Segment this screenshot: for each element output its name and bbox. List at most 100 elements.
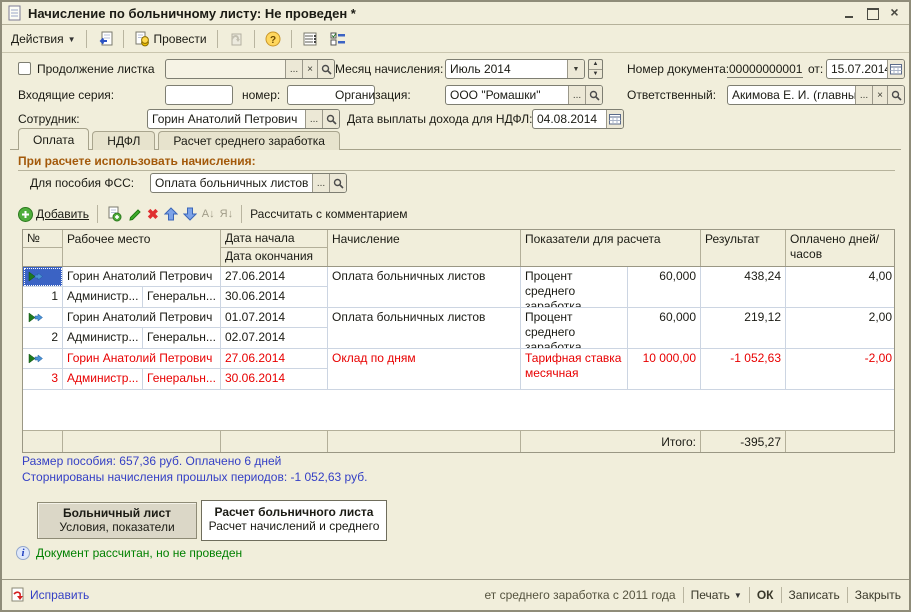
responsible-field[interactable]: Акимова Е. И. (главный б ... × xyxy=(727,85,905,105)
result-cell[interactable]: -1 052,63 xyxy=(701,349,786,389)
magnifier-icon[interactable] xyxy=(887,86,904,104)
accrual-cell[interactable]: Оплата больничных листов xyxy=(328,308,521,348)
sort-descending-button[interactable]: Я↓ xyxy=(220,208,233,220)
date-start-cell[interactable]: 27.06.2014 xyxy=(221,349,328,369)
paid-days-cell[interactable]: 4,00 xyxy=(786,267,896,307)
magnifier-icon[interactable] xyxy=(322,110,339,128)
table-row[interactable]: 2 Горин Анатолий Петрович Администр... Г… xyxy=(23,308,894,349)
accrual-cell[interactable]: Оплата больничных листов xyxy=(328,267,521,307)
indicator-cell[interactable]: Тарифная ставка месячная xyxy=(521,349,628,389)
actions-button[interactable]: Действия ▼ xyxy=(6,30,81,48)
row-marker-cell[interactable] xyxy=(23,308,63,328)
ellipsis-button[interactable]: ... xyxy=(312,174,329,192)
calendar-icon[interactable] xyxy=(606,110,623,128)
help-button[interactable]: ? xyxy=(260,29,286,49)
month-combo[interactable]: Июль 2014 ▼ xyxy=(445,59,585,79)
add-row-button[interactable]: Добавить xyxy=(18,207,89,222)
result-cell[interactable]: 438,24 xyxy=(701,267,786,307)
row-number[interactable]: 3 xyxy=(23,369,63,389)
table-row-storno[interactable]: 3 Горин Анатолий Петрович Администр... Г… xyxy=(23,349,894,390)
post-cancel-button-disabled[interactable] xyxy=(223,29,249,49)
fss-field[interactable]: Оплата больничных листов ... xyxy=(150,173,347,193)
delete-row-button[interactable]: ✖ xyxy=(147,208,159,220)
maximize-button[interactable] xyxy=(866,7,879,19)
info-icon: i xyxy=(16,546,30,560)
ok-button[interactable]: ОК xyxy=(757,588,774,602)
position-cell[interactable]: Генеральн... xyxy=(143,287,221,307)
row-marker-cell[interactable] xyxy=(23,267,63,287)
department-cell[interactable]: Администр... xyxy=(63,369,143,389)
ellipsis-button[interactable]: ... xyxy=(855,86,872,104)
combo-arrow-icon[interactable]: ▼ xyxy=(567,60,584,78)
row-number[interactable]: 1 xyxy=(23,287,63,307)
magnifier-icon[interactable] xyxy=(317,60,334,78)
position-cell[interactable]: Генеральн... xyxy=(143,328,221,348)
save-button[interactable]: Записать xyxy=(789,588,840,602)
table-row[interactable]: 1 Горин Анатолий Петрович Администр... Г… xyxy=(23,267,894,308)
clear-icon[interactable]: × xyxy=(872,86,887,104)
magnifier-icon[interactable] xyxy=(585,86,602,104)
close-button[interactable]: × xyxy=(888,7,901,19)
indicator-value-cell[interactable]: 60,000 xyxy=(628,267,701,307)
indicator-value-cell[interactable]: 10 000,00 xyxy=(628,349,701,389)
tab-average-earnings[interactable]: Расчет среднего заработка xyxy=(158,131,340,150)
tab-payment[interactable]: Оплата xyxy=(18,128,89,150)
magnifier-icon[interactable] xyxy=(329,174,346,192)
organization-field[interactable]: ООО "Ромашки" ... xyxy=(445,85,603,105)
calendar-icon[interactable] xyxy=(887,60,904,78)
employee-cell[interactable]: Горин Анатолий Петрович xyxy=(63,349,221,369)
date-end-cell[interactable]: 02.07.2014 xyxy=(221,328,328,348)
ellipsis-button[interactable]: ... xyxy=(568,86,585,104)
move-up-button[interactable] xyxy=(164,207,178,221)
accrual-cell[interactable]: Оклад по дням xyxy=(328,349,521,389)
tab-ndfl[interactable]: НДФЛ xyxy=(92,131,155,150)
close-button-bottom[interactable]: Закрыть xyxy=(855,588,901,602)
related-info-button[interactable] xyxy=(325,29,351,49)
indicator-cell[interactable]: Процент среднего заработка xyxy=(521,308,628,348)
table-empty-area[interactable] xyxy=(23,390,894,430)
move-down-button[interactable] xyxy=(183,207,197,221)
date-start-cell[interactable]: 27.06.2014 xyxy=(221,267,328,287)
fix-button[interactable]: Исправить xyxy=(10,587,89,603)
date-end-cell[interactable]: 30.06.2014 xyxy=(221,287,328,307)
date-end-cell[interactable]: 30.06.2014 xyxy=(221,369,328,389)
employee-cell[interactable]: Горин Анатолий Петрович xyxy=(63,267,221,287)
wizard-button-calculation[interactable]: Расчет больничного листа Расчет начислен… xyxy=(201,500,387,541)
ellipsis-button[interactable]: ... xyxy=(305,110,322,128)
position-cell[interactable]: Генеральн... xyxy=(143,369,221,389)
department-cell[interactable]: Администр... xyxy=(63,328,143,348)
docnum-value[interactable]: 00000000001 xyxy=(727,60,803,78)
incoming-series-field[interactable] xyxy=(165,85,233,105)
continuation-field[interactable]: ... × xyxy=(165,59,335,79)
paid-days-cell[interactable]: 2,00 xyxy=(786,308,896,348)
save-and-close-button[interactable] xyxy=(92,29,118,49)
row-marker-cell[interactable] xyxy=(23,349,63,369)
paid-days-cell[interactable]: -2,00 xyxy=(786,349,896,389)
indicator-value-cell[interactable]: 60,000 xyxy=(628,308,701,348)
employee-field[interactable]: Горин Анатолий Петрович ... xyxy=(147,109,340,129)
result-cell[interactable]: 219,12 xyxy=(701,308,786,348)
print-button[interactable]: Печать ▼ xyxy=(691,588,742,602)
actions-label: Действия xyxy=(11,32,64,46)
ellipsis-button[interactable]: ... xyxy=(285,60,302,78)
minimize-button[interactable] xyxy=(844,7,857,19)
post-button[interactable]: Провести xyxy=(129,29,212,49)
copy-row-button[interactable] xyxy=(106,206,122,222)
month-spinner[interactable]: ▲▼ xyxy=(588,59,603,79)
date-start-cell[interactable]: 01.07.2014 xyxy=(221,308,328,328)
row-number[interactable]: 2 xyxy=(23,328,63,348)
list-settings-button[interactable] xyxy=(297,29,323,49)
ndfl-date-field[interactable]: 04.08.2014 xyxy=(532,109,624,129)
doc-date-field[interactable]: 15.07.2014 xyxy=(826,59,905,79)
section-header: При расчете использовать начисления: xyxy=(18,154,895,171)
continuation-checkbox[interactable] xyxy=(18,62,31,75)
month-label: Месяц начисления: xyxy=(335,59,443,79)
clear-icon[interactable]: × xyxy=(302,60,317,78)
calculate-with-comment-button[interactable]: Рассчитать с комментарием xyxy=(250,207,407,221)
sort-ascending-button[interactable]: А↓ xyxy=(202,208,215,220)
department-cell[interactable]: Администр... xyxy=(63,287,143,307)
employee-cell[interactable]: Горин Анатолий Петрович xyxy=(63,308,221,328)
indicator-cell[interactable]: Процент среднего заработка xyxy=(521,267,628,307)
wizard-button-sick-list[interactable]: Больничный лист Условия, показатели xyxy=(37,502,197,539)
edit-row-button[interactable] xyxy=(127,207,142,222)
